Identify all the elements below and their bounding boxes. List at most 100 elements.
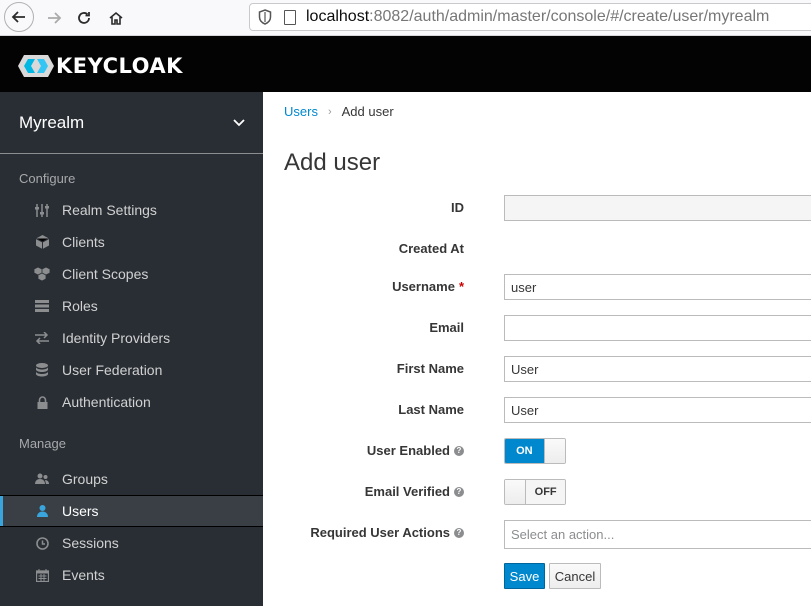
url-text[interactable]: localhost:8082/auth/admin/master/console… — [306, 8, 769, 26]
required-actions-label: Required User Actions? — [310, 525, 464, 540]
toggle-handle — [543, 439, 565, 463]
email-verified-toggle[interactable]: OFF — [504, 479, 566, 505]
main-content: Users › Add user Add user ID Created At … — [263, 92, 811, 606]
sidebar-item-label: Realm Settings — [62, 202, 157, 218]
username-label-text: Username — [392, 279, 455, 294]
email-verified-label: Email Verified? — [365, 484, 464, 499]
reload-icon — [78, 12, 90, 24]
logo-text: KEYCLOAK — [56, 54, 183, 78]
sidebar-item-label: Events — [62, 567, 105, 583]
cube-icon — [34, 235, 50, 249]
sidebar-item-events[interactable]: Events — [0, 559, 263, 591]
first-name-row: First Name User — [263, 356, 811, 382]
sidebar-item-realm-settings[interactable]: Realm Settings — [0, 194, 263, 226]
created-at-row: Created At — [263, 236, 811, 262]
sidebar-item-label: Roles — [62, 298, 98, 314]
user-icon — [34, 504, 50, 518]
list-icon — [34, 299, 50, 313]
user-enabled-toggle[interactable]: ON — [504, 438, 566, 464]
cubes-icon — [34, 267, 50, 281]
last-name-label: Last Name — [398, 402, 464, 417]
required-marker: * — [458, 279, 464, 294]
keycloak-logo-icon — [18, 55, 54, 77]
toggle-on-label: ON — [505, 439, 544, 463]
keycloak-logo[interactable]: KEYCLOAK — [18, 54, 183, 78]
breadcrumb-separator-icon: › — [327, 105, 332, 118]
id-label: ID — [451, 200, 464, 215]
email-input[interactable] — [504, 315, 811, 341]
sidebar-item-label: User Federation — [62, 362, 163, 378]
sidebar-item-sessions[interactable]: Sessions — [0, 527, 263, 559]
chevron-down-icon — [233, 118, 245, 126]
manage-section-title: Manage — [19, 436, 66, 451]
database-icon — [34, 363, 50, 377]
last-name-input[interactable]: User — [504, 397, 811, 423]
sidebar-item-roles[interactable]: Roles — [0, 290, 263, 322]
username-label: Username * — [392, 279, 464, 294]
users-icon — [34, 472, 50, 486]
sidebar-item-clients[interactable]: Clients — [0, 226, 263, 258]
browser-toolbar: localhost:8082/auth/admin/master/console… — [0, 0, 811, 36]
forward-button[interactable] — [40, 4, 68, 32]
sidebar-item-groups[interactable]: Groups — [0, 463, 263, 495]
sidebar-item-label: Client Scopes — [62, 266, 149, 282]
sidebar-item-label: Users — [62, 503, 99, 519]
email-verified-label-text: Email Verified — [364, 484, 450, 499]
help-icon[interactable]: ? — [454, 445, 464, 456]
page-icon — [284, 9, 296, 25]
sidebar-item-label: Groups — [62, 471, 108, 487]
form-actions: Save Cancel — [263, 563, 811, 589]
shield-icon[interactable] — [258, 9, 272, 25]
url-host: localhost — [306, 8, 370, 25]
reload-button[interactable] — [70, 4, 98, 32]
sidebar-item-identity-providers[interactable]: Identity Providers — [0, 322, 263, 354]
page-title: Add user — [284, 149, 381, 176]
required-actions-row: Required User Actions? Select an action.… — [263, 520, 811, 549]
created-at-label: Created At — [398, 241, 464, 256]
user-enabled-label-text: User Enabled — [366, 443, 450, 458]
username-row: Username * user — [263, 274, 811, 300]
home-button[interactable] — [102, 4, 130, 32]
sidebar-item-label: Authentication — [62, 394, 151, 410]
id-field — [504, 195, 811, 221]
sidebar-item-authentication[interactable]: Authentication — [0, 386, 263, 418]
sidebar-item-label: Identity Providers — [62, 330, 171, 346]
breadcrumb-current: Add user — [341, 104, 394, 119]
exchange-icon — [34, 331, 50, 345]
sidebar: Myrealm Configure Realm Settings Clients… — [0, 92, 263, 606]
sidebar-item-users[interactable]: Users — [0, 495, 263, 527]
required-actions-label-text: Required User Actions — [310, 525, 450, 540]
required-actions-select[interactable]: Select an action... — [504, 520, 811, 549]
first-name-input[interactable]: User — [504, 356, 811, 382]
sidebar-item-client-scopes[interactable]: Client Scopes — [0, 258, 263, 290]
username-input[interactable]: user — [504, 274, 811, 300]
clock-icon — [34, 536, 50, 550]
arrow-left-icon — [11, 11, 25, 23]
toggle-off-label: OFF — [526, 480, 565, 504]
first-name-label: First Name — [396, 361, 464, 376]
save-button[interactable]: Save — [504, 563, 545, 589]
configure-nav: Realm Settings Clients Client Scopes Rol… — [0, 194, 263, 418]
sidebar-item-label: Sessions — [62, 535, 119, 551]
app-header: KEYCLOAK — [0, 36, 811, 92]
home-icon — [109, 11, 123, 25]
lock-icon — [34, 395, 50, 409]
breadcrumb: Users › Add user — [284, 104, 394, 119]
realm-selector[interactable]: Myrealm — [0, 92, 263, 154]
back-button[interactable] — [4, 2, 34, 32]
realm-name: Myrealm — [19, 112, 85, 132]
email-row: Email — [263, 315, 811, 341]
address-bar[interactable]: localhost:8082/auth/admin/master/console… — [249, 3, 811, 31]
sidebar-item-label: Clients — [62, 234, 105, 250]
cancel-button[interactable]: Cancel — [549, 563, 601, 589]
help-icon[interactable]: ? — [454, 527, 464, 538]
help-icon[interactable]: ? — [454, 486, 464, 497]
sliders-icon — [34, 203, 50, 217]
sidebar-item-user-federation[interactable]: User Federation — [0, 354, 263, 386]
calendar-icon — [34, 568, 50, 582]
id-row: ID — [263, 195, 811, 221]
breadcrumb-users-link[interactable]: Users — [284, 104, 318, 119]
user-enabled-row: User Enabled? ON — [263, 438, 811, 464]
arrow-right-icon — [48, 12, 62, 24]
configure-section-title: Configure — [19, 171, 76, 186]
